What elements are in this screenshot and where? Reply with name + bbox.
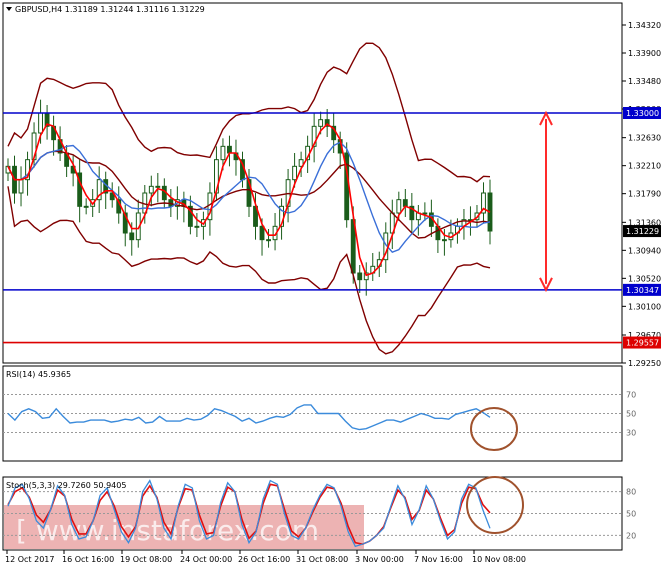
candle-body: [148, 185, 154, 194]
price-tick-label: 1.32210: [628, 162, 661, 171]
time-tick-label: 26 Oct 16:00: [238, 555, 290, 564]
price-tick-label: 1.33480: [628, 77, 661, 86]
time-tick-label: 10 Nov 08:00: [472, 555, 526, 564]
candle-body: [396, 199, 402, 214]
time-tick-label: 3 Nov 00:00: [355, 555, 404, 564]
stoch-level-label: 50: [626, 510, 636, 519]
rsi-level-label: 30: [626, 429, 636, 438]
time-tick-label: 12 Oct 2017: [5, 555, 54, 564]
rsi-label: RSI(14) 45.9365: [6, 370, 71, 379]
candle-body: [129, 232, 135, 241]
symbol-info-label: GBPUSD,H4 1.31189 1.31244 1.31116 1.3122…: [15, 5, 205, 14]
stoch-level-label: 80: [626, 488, 636, 497]
candle-body: [83, 205, 89, 208]
price-tick-label: 1.29250: [628, 359, 661, 368]
watermark-text: [ www.instaforex.com: [16, 514, 319, 547]
candle-body: [441, 239, 447, 242]
price-tick-label: 1.31790: [628, 190, 661, 199]
candle-body: [194, 225, 200, 228]
price-tick-label: 1.32630: [628, 134, 661, 143]
candle-body: [402, 199, 408, 207]
candle-body: [38, 112, 43, 134]
main-panel-frame: [2, 2, 623, 364]
candle-body: [18, 179, 24, 194]
stoch-level-label: 20: [626, 531, 636, 540]
forex-chart: 1.343201.339001.334801.330601.326301.322…: [0, 0, 665, 568]
price-tick-label: 1.33900: [628, 49, 661, 58]
stoch-label: Stoch(5,3,3) 29.7260 50.9405: [6, 481, 126, 490]
price-tick-label: 1.30100: [628, 302, 661, 311]
price-tick-label: 1.30940: [628, 246, 661, 255]
time-tick-label: 16 Oct 16:00: [62, 555, 114, 564]
candle-body: [227, 145, 232, 154]
level-label: 1.33000: [626, 109, 659, 118]
time-tick-label: 7 Nov 16:00: [414, 555, 463, 564]
level-label: 1.30347: [626, 286, 659, 295]
time-tick-label: 19 Oct 08:00: [120, 555, 172, 564]
rsi-level-label: 50: [626, 410, 636, 419]
candle-body: [259, 225, 265, 241]
current-price-label: 1.31229: [626, 227, 659, 236]
candle-body: [318, 119, 324, 127]
level-label: 1.29557: [626, 339, 659, 348]
candle-body: [357, 272, 363, 281]
candle-body: [266, 239, 271, 242]
price-tick-label: 1.34320: [628, 21, 661, 30]
candle-body: [422, 212, 428, 215]
candle-body: [155, 185, 161, 188]
time-tick-label: 24 Oct 00:00: [180, 555, 232, 564]
chart-svg: 1.343201.339001.334801.330601.326301.322…: [2, 2, 661, 564]
price-tick-label: 1.30520: [628, 274, 661, 283]
candle-body: [220, 145, 226, 161]
rsi-level-label: 70: [626, 391, 636, 400]
candle-body: [292, 165, 298, 181]
time-tick-label: 31 Oct 08:00: [296, 555, 348, 564]
